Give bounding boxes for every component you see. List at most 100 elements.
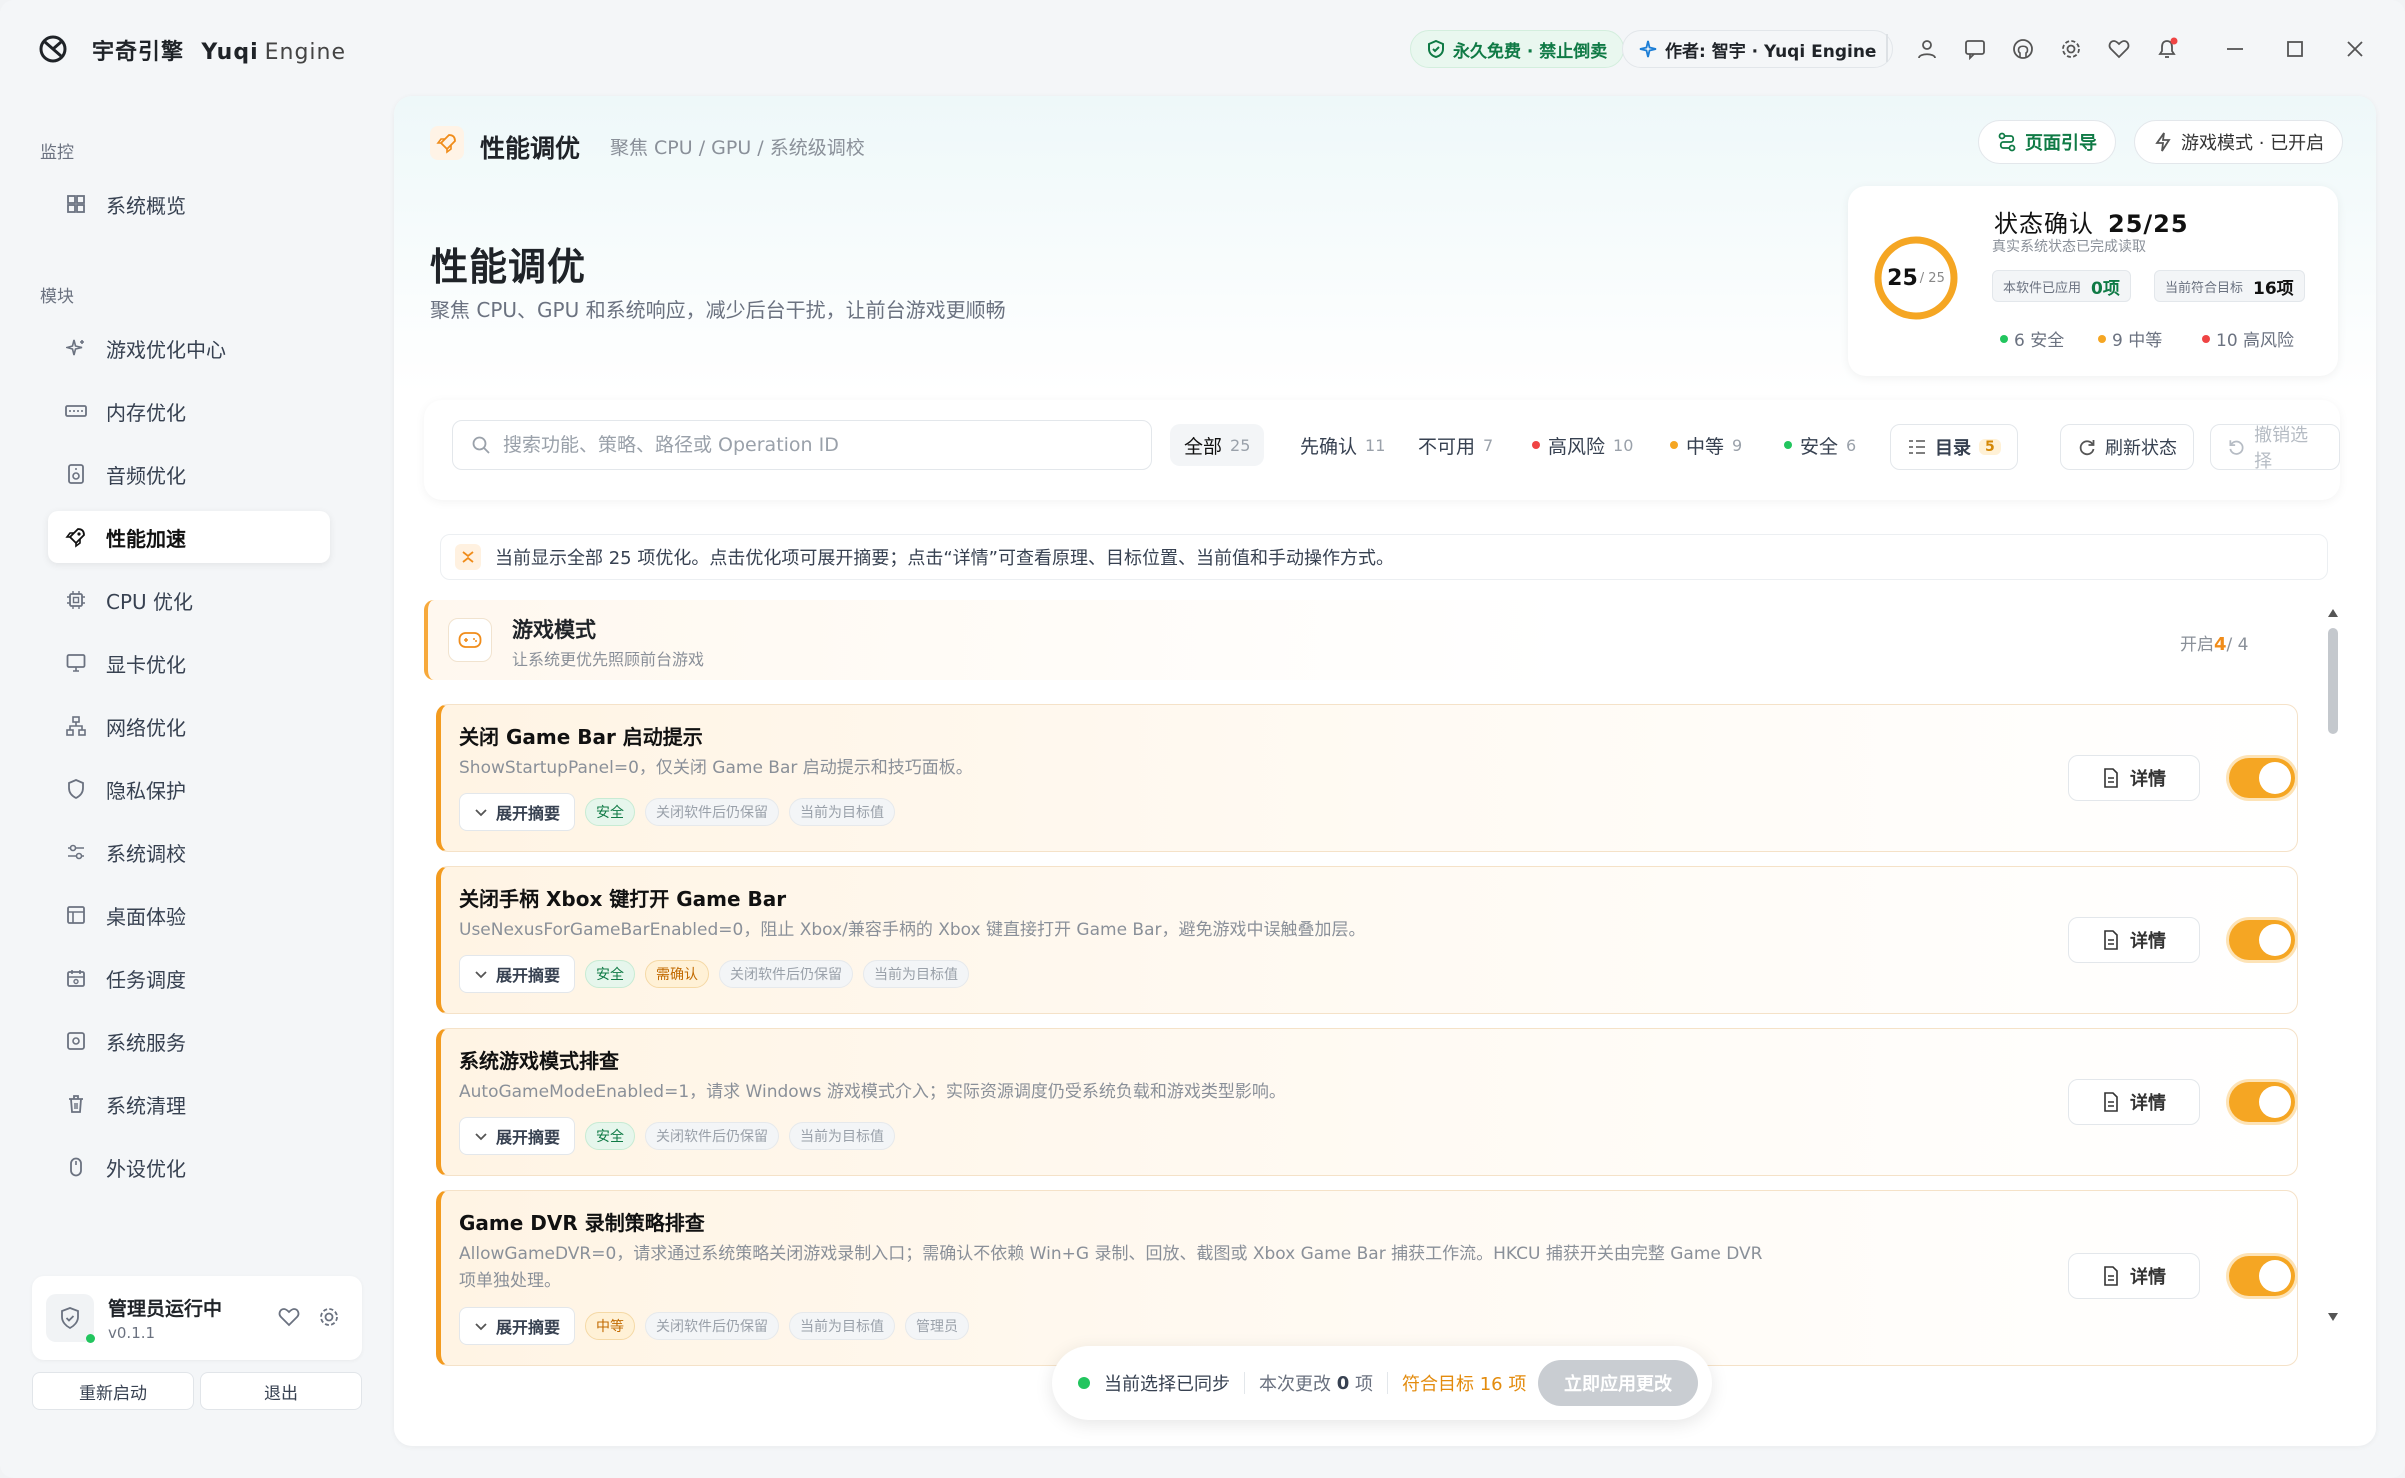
list-item[interactable]: 关闭手柄 Xbox 键打开 Game Bar UseNexusForGameBa… [436,866,2298,1014]
sidebar-item-cpu[interactable]: CPU 优化 [48,574,330,626]
author-badge-label: 作者: 智宇 · Yuqi Engine [1665,41,1877,62]
list-scrollbar[interactable] [2326,606,2340,1322]
sidebar-item-audio[interactable]: 音频优化 [48,448,330,500]
author-badge[interactable]: 作者: 智宇 · Yuqi Engine [1622,30,1894,68]
sidebar-item-desktop[interactable]: 桌面体验 [48,889,330,941]
filter-tab-medium[interactable]: 中等 9 [1656,424,1756,466]
expand-summary-button[interactable]: 展开摘要 [459,1117,576,1155]
tag-safe: 安全 [585,1122,636,1150]
user-icon[interactable] [1912,34,1942,64]
undo-button[interactable]: 撤销选择 [2210,424,2340,472]
item-toggle[interactable] [2229,1082,2295,1122]
group-header[interactable]: 游戏模式 让系统更优先照顾前台游戏 开启4/ 4 [424,600,2324,680]
message-icon[interactable] [1960,34,1990,64]
legend-high-label: 10 高风险 [2216,331,2295,351]
filter-tab-high-risk[interactable]: 高风险 10 [1518,424,1647,466]
sidebar-item-tuning[interactable]: 系统调校 [48,826,330,878]
sidebar-item-label: 任务调度 [106,967,186,992]
gear-icon[interactable] [2056,34,2086,64]
tag-target: 当前为目标值 [789,798,896,826]
group-count-prefix: 开启 [2180,635,2214,655]
toc-button[interactable]: 目录 5 [1890,424,2018,470]
layout-icon [64,903,88,927]
filter-tab-all[interactable]: 全部 25 [1170,424,1265,466]
exit-button[interactable]: 退出 [200,1372,362,1410]
applied-chip: 本软件已应用 0项 [1992,270,2131,302]
free-badge[interactable]: 永久免费 · 禁止倒卖 [1410,30,1625,68]
sidebar-item-memory[interactable]: 内存优化 [48,385,330,437]
minimize-icon[interactable] [2220,34,2250,64]
item-title: 关闭 Game Bar 启动提示 [459,725,703,749]
gear-icon[interactable] [318,1306,340,1332]
heart-icon[interactable] [278,1306,300,1332]
sidebar-item-label: 隐私保护 [106,778,186,803]
sidebar-item-network[interactable]: 网络优化 [48,700,330,752]
sidebar-item-game-center[interactable]: 游戏优化中心 [48,322,330,374]
tag-persist: 关闭软件后仍保留 [645,1312,780,1340]
filter-tab-unavailable[interactable]: 不可用 7 [1404,424,1507,466]
maximize-icon[interactable] [2280,34,2310,64]
list-item[interactable]: Game DVR 录制策略排查 AllowGameDVR=0，请求通过系统策略关… [436,1190,2298,1366]
sidebar-item-cleanup[interactable]: 系统清理 [48,1078,330,1130]
scroll-down-icon[interactable] [2326,1310,2340,1324]
sidebar-item-peripheral[interactable]: 外设优化 [48,1141,330,1193]
match-value: 16项 [2253,278,2294,299]
tag-confirm: 需确认 [645,960,710,988]
sidebar-item-privacy[interactable]: 隐私保护 [48,763,330,815]
divider [1387,1372,1388,1394]
expand-summary-button[interactable]: 展开摘要 [459,1307,576,1345]
refresh-button[interactable]: 刷新状态 [2060,424,2194,470]
detail-button[interactable]: 详情 [2068,1253,2200,1299]
bell-icon[interactable] [2152,34,2182,64]
game-mode-button[interactable]: 游戏模式 · 已开启 [2134,120,2344,164]
sidebar: 监控 系统概览 模块 游戏优化中心 内存优化 音频优化 性能加速 CPU 优化 … [0,96,380,1478]
status-card: 25/ 25 状态确认 25/25 真实系统状态已完成读取 本软件已应用 0项 当前… [1848,186,2338,376]
filter-tab-count: 11 [1365,435,1386,455]
tag-target: 当前为目标值 [789,1312,896,1340]
tag-persist: 关闭软件后仍保留 [645,798,780,826]
filter-tab-label: 不可用 [1418,435,1476,458]
page-guide-button[interactable]: 页面引导 [1978,120,2116,164]
detail-button[interactable]: 详情 [2068,917,2200,963]
high-dot [2202,334,2210,343]
sidebar-item-services[interactable]: 系统服务 [48,1015,330,1067]
sidebar-item-label: 内存优化 [106,400,186,425]
lightning-icon [2155,132,2171,152]
sidebar-item-tasks[interactable]: 任务调度 [48,952,330,1004]
detail-button[interactable]: 详情 [2068,755,2200,801]
close-icon[interactable] [2340,34,2370,64]
list-item[interactable]: 系统游戏模式排查 AutoGameModeEnabled=1，请求 Window… [436,1028,2298,1176]
expand-summary-button[interactable]: 展开摘要 [459,793,576,831]
scrollbar-thumb[interactable] [2328,628,2338,734]
page-subtitle: 聚焦 CPU、GPU 和系统响应，减少后台干扰，让前台游戏更顺畅 [430,298,1006,322]
group-title: 游戏模式 [512,618,596,642]
filter-tab-safe[interactable]: 安全 6 [1770,424,1870,466]
mid-dot [2098,334,2106,343]
search-input[interactable] [503,434,1103,456]
item-toggle[interactable] [2229,758,2295,798]
sparkle-icon [64,336,88,360]
apply-button[interactable]: 立即应用更改 [1538,1360,1698,1406]
divider [1244,1372,1245,1394]
github-icon[interactable] [2008,34,2038,64]
scroll-up-icon[interactable] [2326,606,2340,620]
search-box[interactable] [452,420,1152,470]
restart-button[interactable]: 重新启动 [32,1372,194,1410]
collapse-icon[interactable] [455,544,481,570]
sidebar-item-performance[interactable]: 性能加速 [48,511,330,563]
item-toggle[interactable] [2229,1256,2295,1296]
sync-status: 当前选择已同步 [1104,1374,1230,1395]
speaker-icon [64,462,88,486]
free-badge-label: 永久免费 · 禁止倒卖 [1453,41,1608,62]
detail-button[interactable]: 详情 [2068,1079,2200,1125]
list-item[interactable]: 关闭 Game Bar 启动提示 ShowStartupPanel=0，仅关闭 … [436,704,2298,852]
heart-icon[interactable] [2104,34,2134,64]
sidebar-item-label: 系统调校 [106,841,186,866]
filter-tab-confirm[interactable]: 先确认 11 [1286,424,1399,466]
expand-summary-button[interactable]: 展开摘要 [459,955,576,993]
mid-dot [1670,441,1678,449]
sidebar-item-gpu[interactable]: 显卡优化 [48,637,330,689]
status-title: 状态确认 25/25 [1994,204,2189,239]
sidebar-item-overview[interactable]: 系统概览 [48,178,330,230]
item-toggle[interactable] [2229,920,2295,960]
